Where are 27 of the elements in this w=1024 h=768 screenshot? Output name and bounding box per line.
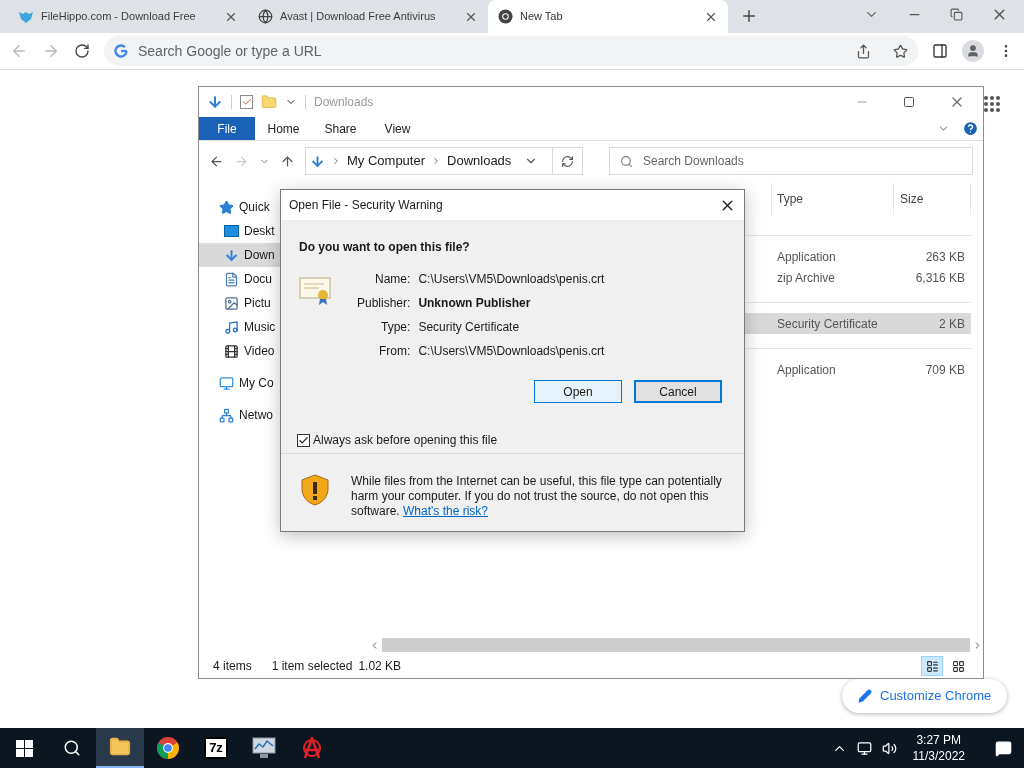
type-cell-text: Security Certificate [776,315,879,333]
field-label: Name: [374,271,411,288]
field-label: From: [378,343,411,360]
field-value: Security Certificate [418,319,521,336]
size-cell-text: 2 KB [938,315,966,333]
type-cell-text: Application [776,361,837,379]
size-cell-text: 6,316 KB [914,269,966,287]
window-title: Downloads [314,94,374,111]
tab-title: New Tab [520,9,564,25]
archive-logo-icon: 7z [204,737,228,759]
field-value: C:\Users\VM5\Downloads\penis.crt [418,271,605,288]
field-label: Publisher: [357,295,411,312]
status-text: 1 item selected [271,658,353,675]
size-cell-text: 709 KB [924,361,966,379]
type-cell-text: zip Archive [776,269,837,287]
warning-text: While files from the Internet can be useful, this file type can potentially harm your computer. If you do not trust the source, do not open this software. What's the risk? [351,474,723,519]
status-text: 4 items [213,658,252,675]
tab-title: FileHippo.com - Download Free [41,9,197,25]
status-text: 1.02 KB [358,658,402,675]
dialog-question: Do you want to open this file? [299,239,471,256]
tab-title: Avast | Download Free Antivirus [280,9,437,25]
field-label: Type: [380,319,411,336]
field-value: Unknown Publisher [418,295,532,312]
field-value: C:\Users\VM5\Downloads\penis.crt [418,343,605,360]
size-cell-text: 263 KB [924,248,966,266]
dialog-title: Open File - Security Warning [289,197,444,214]
type-cell-text: Application [776,248,837,266]
